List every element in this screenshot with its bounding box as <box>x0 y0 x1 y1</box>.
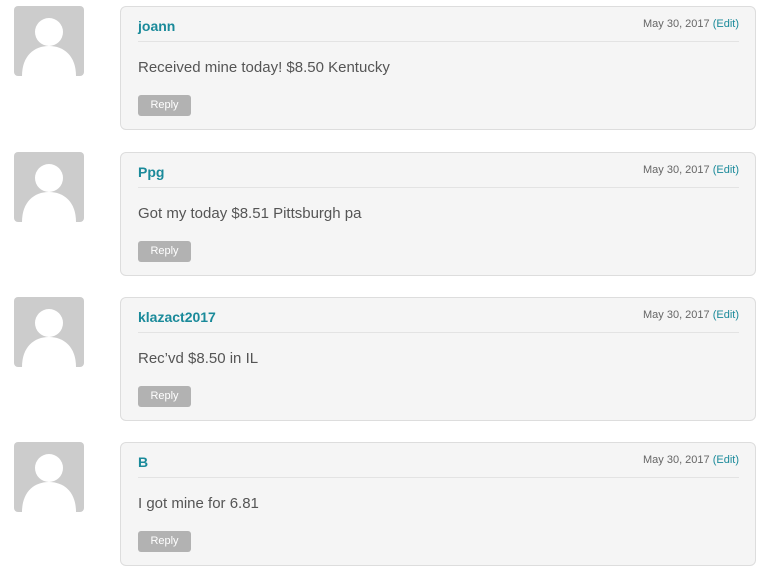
comment-text: Received mine today! $8.50 Kentucky <box>138 59 390 76</box>
edit-link[interactable]: (Edit) <box>713 454 739 466</box>
comment-author-link[interactable]: Ppg <box>138 164 164 180</box>
comment-item: klazact2017 May 30, 2017 (Edit) Rec’vd $… <box>0 291 769 421</box>
comment-item: joann May 30, 2017 (Edit) Received mine … <box>0 0 769 130</box>
divider <box>138 477 739 478</box>
avatar <box>14 152 84 222</box>
comment-body: Ppg May 30, 2017 (Edit) Got my today $8.… <box>120 152 756 276</box>
comment-author-link[interactable]: klazact2017 <box>138 309 216 325</box>
comment-author-link[interactable]: joann <box>138 18 175 34</box>
reply-button[interactable]: Reply <box>138 241 191 262</box>
comment-meta: May 30, 2017 (Edit) <box>643 164 739 176</box>
comment-date: May 30, 2017 <box>643 18 710 30</box>
comment-item: B May 30, 2017 (Edit) I got mine for 6.8… <box>0 436 769 566</box>
avatar <box>14 6 84 76</box>
reply-button[interactable]: Reply <box>138 386 191 407</box>
comment-meta: May 30, 2017 (Edit) <box>643 454 739 466</box>
edit-link[interactable]: (Edit) <box>713 164 739 176</box>
comment-text: I got mine for 6.81 <box>138 495 259 512</box>
comment-body: B May 30, 2017 (Edit) I got mine for 6.8… <box>120 442 756 566</box>
comment-text: Got my today $8.51 Pittsburgh pa <box>138 205 362 222</box>
reply-button[interactable]: Reply <box>138 531 191 552</box>
comment-date: May 30, 2017 <box>643 164 710 176</box>
comment-body: joann May 30, 2017 (Edit) Received mine … <box>120 6 756 130</box>
default-user-icon <box>22 454 76 512</box>
comment-body: klazact2017 May 30, 2017 (Edit) Rec’vd $… <box>120 297 756 421</box>
avatar <box>14 442 84 512</box>
edit-link[interactable]: (Edit) <box>713 309 739 321</box>
comment-date: May 30, 2017 <box>643 309 710 321</box>
comment-date: May 30, 2017 <box>643 454 710 466</box>
default-user-icon <box>22 309 76 367</box>
default-user-icon <box>22 164 76 222</box>
divider <box>138 332 739 333</box>
avatar <box>14 297 84 367</box>
edit-link[interactable]: (Edit) <box>713 18 739 30</box>
comment-text: Rec’vd $8.50 in IL <box>138 350 259 367</box>
divider <box>138 187 739 188</box>
divider <box>138 41 739 42</box>
comment-author-link[interactable]: B <box>138 454 148 470</box>
reply-button[interactable]: Reply <box>138 95 191 116</box>
comment-item: Ppg May 30, 2017 (Edit) Got my today $8.… <box>0 146 769 276</box>
default-user-icon <box>22 18 76 76</box>
comment-meta: May 30, 2017 (Edit) <box>643 18 739 30</box>
comment-meta: May 30, 2017 (Edit) <box>643 309 739 321</box>
